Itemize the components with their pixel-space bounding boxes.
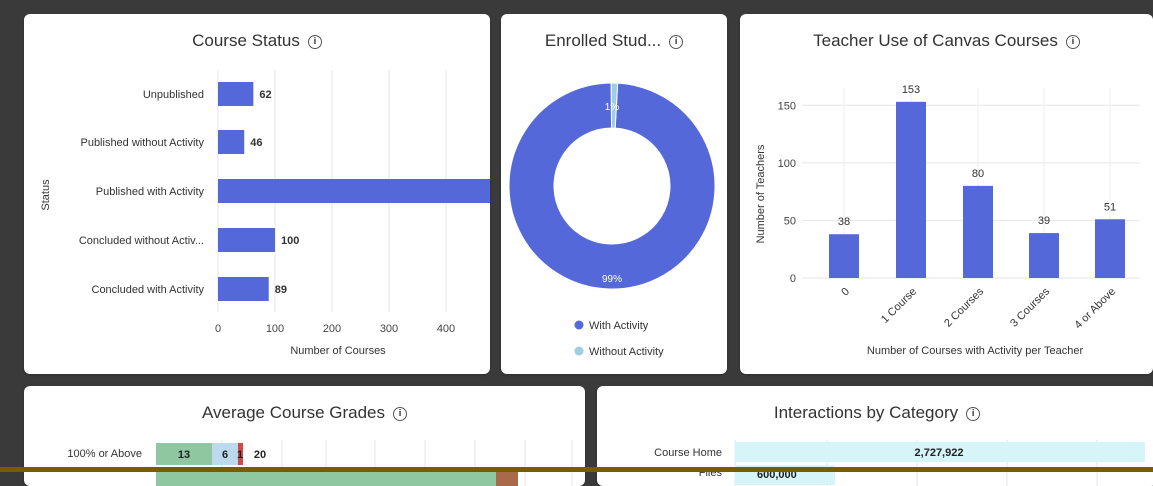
bar-value-label: 2,727,922 [915,447,964,459]
course-status-card: Course Statusi 0100200300400500Number of… [24,14,490,374]
legend-marker [574,346,584,356]
x-tick-label: 100 [266,323,284,335]
legend-marker [574,320,584,330]
x-tick-label: 200 [323,323,341,335]
bar [963,185,993,278]
y-tick-label: 50 [784,215,796,227]
bar-value-label: 46 [250,137,262,149]
teacher-use-card: Teacher Use of Canvas Courses i 0 50 100 150… [740,14,1153,374]
y-axis-label: Number of Teachers [755,144,767,243]
bar [896,101,926,279]
legend-label: With Activity [589,320,649,332]
y-tick-label: 0 [790,273,796,285]
segment-label: 6 [222,449,228,461]
x-tick-label: 4 or Above [1072,286,1118,332]
bar [1095,219,1125,278]
slice-label: 1% [605,102,620,113]
enrolled-donut-chart: 99% 1% With Activity Without Activity [508,82,716,358]
segment-label: 1 [237,449,243,461]
x-tick-label: 0 [215,323,221,335]
course-status-chart: 0100200300400500Number of CoursesStatusU… [40,70,490,357]
legend-label: Without Activity [589,346,664,358]
category-label: Unpublished [143,89,204,101]
x-tick-label: 300 [380,323,398,335]
bar-value-label: 89 [275,284,287,296]
bar-value-label: 62 [259,89,271,101]
bar [218,277,269,301]
bar-value-label: 51 [1104,201,1116,213]
x-axis-label: Number of Courses with Activity per Teac… [867,345,1084,357]
x-tick-label: 1 Course [879,286,919,326]
y-axis-label: Status [40,179,52,211]
bar-value-label: 80 [972,168,984,180]
bar-value-label: 39 [1038,215,1050,227]
category-label: Concluded without Activ... [79,235,204,247]
category-label: Published without Activity [80,137,204,149]
x-tick-label: 0 [839,286,852,299]
bar [1029,233,1059,278]
bar-value-label: 153 [902,84,920,96]
segment-label: 20 [254,449,266,461]
category-label: Published with Activity [96,186,205,198]
x-tick-label: 2 Courses [942,285,986,329]
category-label: Course Home [654,447,722,459]
category-label: Concluded with Activity [92,284,205,296]
bottom-strip [0,467,1153,472]
y-tick-label: 150 [778,100,796,112]
bar [218,82,254,106]
x-tick-label: 3 Courses [1008,285,1052,329]
bar [829,234,859,278]
bar [218,179,490,203]
bar [218,228,275,252]
teacher-use-chart: 0 50 100 150 38 0 153 1 Course 80 2 Courses 39 3 Co… [755,84,1140,357]
x-axis-label: Number of Courses [290,345,386,357]
bar [218,130,245,154]
enrolled-students-card: Enrolled Stud... i 99% 1% With Activity With… [501,14,727,374]
x-tick-label: 400 [437,323,455,335]
slice-label: 99% [602,274,622,285]
category-label: 100% or Above [67,448,142,460]
bar-value-label: 100 [281,235,299,247]
segment-label: 13 [178,449,190,461]
bar-value-label: 38 [838,216,850,228]
y-tick-label: 100 [778,158,796,170]
